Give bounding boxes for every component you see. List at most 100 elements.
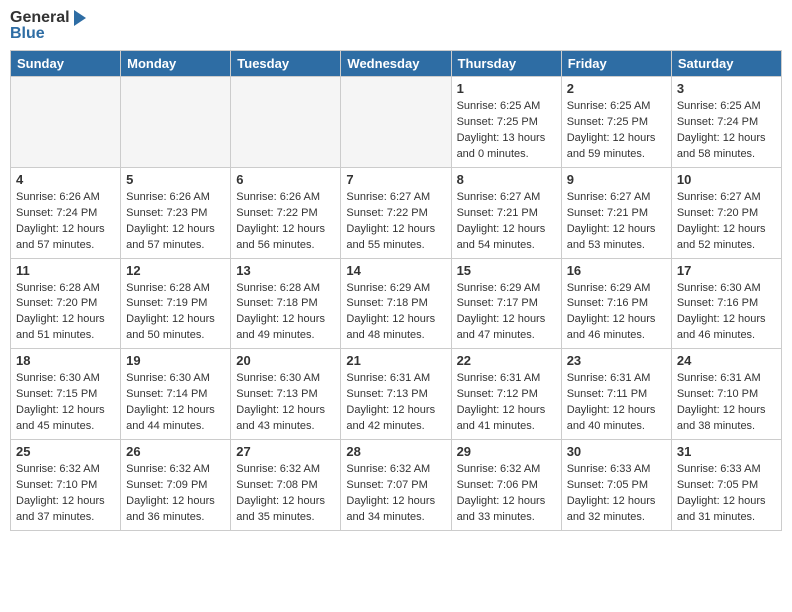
day-number: 19: [126, 353, 225, 368]
calendar-cell: 21 Sunrise: 6:31 AM Sunset: 7:13 PM Dayli…: [341, 349, 451, 440]
day-info: Sunrise: 6:32 AM Sunset: 7:06 PM Dayligh…: [457, 462, 556, 526]
calendar-cell: 2 Sunrise: 6:25 AM Sunset: 7:25 PM Daylig…: [561, 77, 671, 168]
logo-arrow-icon: [74, 10, 86, 26]
day-info: Sunrise: 6:33 AM Sunset: 7:05 PM Dayligh…: [567, 462, 666, 526]
day-number: 13: [236, 263, 335, 278]
day-info: Sunrise: 6:31 AM Sunset: 7:11 PM Dayligh…: [567, 371, 666, 435]
day-info: Sunrise: 6:26 AM Sunset: 7:22 PM Dayligh…: [236, 190, 335, 254]
day-number: 16: [567, 263, 666, 278]
day-info: Sunrise: 6:32 AM Sunset: 7:07 PM Dayligh…: [346, 462, 445, 526]
day-number: 25: [16, 444, 115, 459]
calendar-cell: [341, 77, 451, 168]
calendar-cell: 17 Sunrise: 6:30 AM Sunset: 7:16 PM Dayli…: [671, 258, 781, 349]
weekday-monday: Monday: [121, 51, 231, 77]
day-number: 3: [677, 81, 776, 96]
day-info: Sunrise: 6:25 AM Sunset: 7:25 PM Dayligh…: [457, 99, 556, 163]
day-number: 31: [677, 444, 776, 459]
day-number: 20: [236, 353, 335, 368]
day-info: Sunrise: 6:28 AM Sunset: 7:19 PM Dayligh…: [126, 281, 225, 345]
day-info: Sunrise: 6:32 AM Sunset: 7:09 PM Dayligh…: [126, 462, 225, 526]
weekday-wednesday: Wednesday: [341, 51, 451, 77]
day-info: Sunrise: 6:29 AM Sunset: 7:17 PM Dayligh…: [457, 281, 556, 345]
day-number: 14: [346, 263, 445, 278]
day-number: 11: [16, 263, 115, 278]
calendar-cell: 13 Sunrise: 6:28 AM Sunset: 7:18 PM Dayli…: [231, 258, 341, 349]
day-number: 7: [346, 172, 445, 187]
day-number: 23: [567, 353, 666, 368]
logo-blue-text: Blue: [10, 26, 86, 42]
day-number: 21: [346, 353, 445, 368]
page-header: General Blue: [10, 10, 782, 42]
day-info: Sunrise: 6:31 AM Sunset: 7:12 PM Dayligh…: [457, 371, 556, 435]
day-info: Sunrise: 6:29 AM Sunset: 7:16 PM Dayligh…: [567, 281, 666, 345]
logo: General Blue: [10, 10, 86, 42]
calendar-cell: [231, 77, 341, 168]
day-number: 30: [567, 444, 666, 459]
day-info: Sunrise: 6:25 AM Sunset: 7:24 PM Dayligh…: [677, 99, 776, 163]
calendar-cell: 22 Sunrise: 6:31 AM Sunset: 7:12 PM Dayli…: [451, 349, 561, 440]
weekday-thursday: Thursday: [451, 51, 561, 77]
day-info: Sunrise: 6:27 AM Sunset: 7:22 PM Dayligh…: [346, 190, 445, 254]
calendar-cell: [121, 77, 231, 168]
week-row-3: 18Sunrise: 6:30 AM Sunset: 7:15 PM Dayli…: [11, 349, 782, 440]
calendar-cell: 25 Sunrise: 6:32 AM Sunset: 7:10 PM Dayli…: [11, 440, 121, 531]
day-number: 10: [677, 172, 776, 187]
calendar-cell: 4Sunrise: 6:26 AM Sunset: 7:24 PM Daylig…: [11, 167, 121, 258]
week-row-0: 1Sunrise: 6:25 AM Sunset: 7:25 PM Daylig…: [11, 77, 782, 168]
day-info: Sunrise: 6:27 AM Sunset: 7:21 PM Dayligh…: [457, 190, 556, 254]
calendar-cell: 29 Sunrise: 6:32 AM Sunset: 7:06 PM Dayli…: [451, 440, 561, 531]
day-number: 18: [16, 353, 115, 368]
day-info: Sunrise: 6:30 AM Sunset: 7:16 PM Dayligh…: [677, 281, 776, 345]
day-info: Sunrise: 6:26 AM Sunset: 7:24 PM Dayligh…: [16, 190, 115, 254]
calendar-cell: 1Sunrise: 6:25 AM Sunset: 7:25 PM Daylig…: [451, 77, 561, 168]
weekday-header-row: SundayMondayTuesdayWednesdayThursdayFrid…: [11, 51, 782, 77]
calendar-cell: 12 Sunrise: 6:28 AM Sunset: 7:19 PM Dayli…: [121, 258, 231, 349]
day-number: 26: [126, 444, 225, 459]
calendar-cell: 18Sunrise: 6:30 AM Sunset: 7:15 PM Dayli…: [11, 349, 121, 440]
day-number: 28: [346, 444, 445, 459]
calendar-cell: 7 Sunrise: 6:27 AM Sunset: 7:22 PM Daylig…: [341, 167, 451, 258]
day-info: Sunrise: 6:29 AM Sunset: 7:18 PM Dayligh…: [346, 281, 445, 345]
day-number: 24: [677, 353, 776, 368]
day-info: Sunrise: 6:31 AM Sunset: 7:13 PM Dayligh…: [346, 371, 445, 435]
calendar-cell: 8 Sunrise: 6:27 AM Sunset: 7:21 PM Daylig…: [451, 167, 561, 258]
weekday-saturday: Saturday: [671, 51, 781, 77]
week-row-2: 11 Sunrise: 6:28 AM Sunset: 7:20 PM Dayli…: [11, 258, 782, 349]
calendar-cell: 9Sunrise: 6:27 AM Sunset: 7:21 PM Daylig…: [561, 167, 671, 258]
day-number: 17: [677, 263, 776, 278]
calendar-cell: 15 Sunrise: 6:29 AM Sunset: 7:17 PM Dayli…: [451, 258, 561, 349]
day-info: Sunrise: 6:30 AM Sunset: 7:14 PM Dayligh…: [126, 371, 225, 435]
day-info: Sunrise: 6:32 AM Sunset: 7:10 PM Dayligh…: [16, 462, 115, 526]
day-number: 5: [126, 172, 225, 187]
day-info: Sunrise: 6:25 AM Sunset: 7:25 PM Dayligh…: [567, 99, 666, 163]
week-row-4: 25 Sunrise: 6:32 AM Sunset: 7:10 PM Dayli…: [11, 440, 782, 531]
calendar-cell: 20 Sunrise: 6:30 AM Sunset: 7:13 PM Dayli…: [231, 349, 341, 440]
calendar-cell: 14 Sunrise: 6:29 AM Sunset: 7:18 PM Dayli…: [341, 258, 451, 349]
day-info: Sunrise: 6:27 AM Sunset: 7:20 PM Dayligh…: [677, 190, 776, 254]
day-number: 29: [457, 444, 556, 459]
day-info: Sunrise: 6:30 AM Sunset: 7:13 PM Dayligh…: [236, 371, 335, 435]
day-info: Sunrise: 6:32 AM Sunset: 7:08 PM Dayligh…: [236, 462, 335, 526]
logo-general-text: General: [10, 10, 70, 26]
calendar-cell: 16 Sunrise: 6:29 AM Sunset: 7:16 PM Dayli…: [561, 258, 671, 349]
calendar-cell: 24Sunrise: 6:31 AM Sunset: 7:10 PM Dayli…: [671, 349, 781, 440]
calendar-body: 1Sunrise: 6:25 AM Sunset: 7:25 PM Daylig…: [11, 77, 782, 531]
weekday-sunday: Sunday: [11, 51, 121, 77]
day-info: Sunrise: 6:28 AM Sunset: 7:18 PM Dayligh…: [236, 281, 335, 345]
day-number: 15: [457, 263, 556, 278]
day-number: 2: [567, 81, 666, 96]
calendar-cell: 28 Sunrise: 6:32 AM Sunset: 7:07 PM Dayli…: [341, 440, 451, 531]
day-info: Sunrise: 6:28 AM Sunset: 7:20 PM Dayligh…: [16, 281, 115, 345]
day-number: 22: [457, 353, 556, 368]
day-number: 12: [126, 263, 225, 278]
calendar-cell: 11 Sunrise: 6:28 AM Sunset: 7:20 PM Dayli…: [11, 258, 121, 349]
day-number: 8: [457, 172, 556, 187]
calendar-cell: 26 Sunrise: 6:32 AM Sunset: 7:09 PM Dayli…: [121, 440, 231, 531]
day-info: Sunrise: 6:33 AM Sunset: 7:05 PM Dayligh…: [677, 462, 776, 526]
calendar-table: SundayMondayTuesdayWednesdayThursdayFrid…: [10, 50, 782, 531]
weekday-tuesday: Tuesday: [231, 51, 341, 77]
calendar-cell: 3 Sunrise: 6:25 AM Sunset: 7:24 PM Daylig…: [671, 77, 781, 168]
calendar-cell: 30 Sunrise: 6:33 AM Sunset: 7:05 PM Dayli…: [561, 440, 671, 531]
calendar-cell: 23 Sunrise: 6:31 AM Sunset: 7:11 PM Dayli…: [561, 349, 671, 440]
calendar-cell: 19 Sunrise: 6:30 AM Sunset: 7:14 PM Dayli…: [121, 349, 231, 440]
